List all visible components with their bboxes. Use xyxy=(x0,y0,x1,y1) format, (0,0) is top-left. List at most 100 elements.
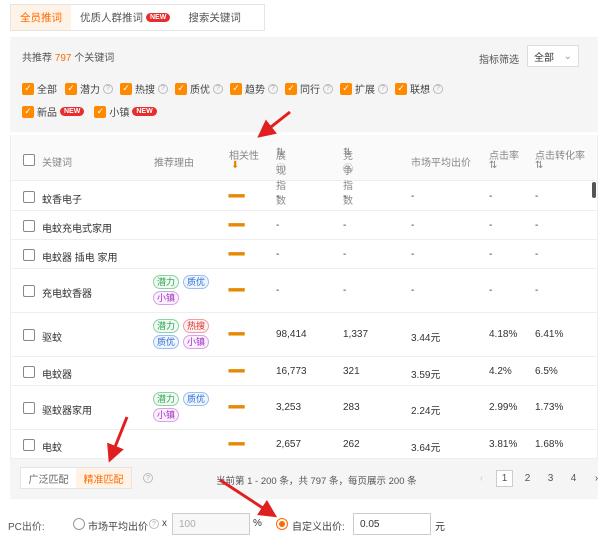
help-icon: ? xyxy=(213,83,223,94)
col-avg-bid[interactable]: 市场平均出价 xyxy=(411,154,471,169)
help-icon: ? xyxy=(268,83,278,94)
relevance-bar: ■■■■■ xyxy=(228,287,245,294)
reason-tag: 潜力 xyxy=(153,275,180,289)
pc-bid-label: PC出价: xyxy=(8,522,45,533)
checkbox-label: 趋势 xyxy=(245,85,265,96)
ctr-cell: 4.18% xyxy=(489,329,518,340)
percent-sign: % xyxy=(253,518,262,529)
impressions-cell: - xyxy=(276,191,280,202)
competition-cell: 321 xyxy=(343,366,360,377)
reason-tag: 热搜 xyxy=(183,319,210,333)
tab-quality-crowd[interactable]: 优质人群推词 NEW xyxy=(71,5,179,30)
checkbox-filter[interactable]: ✓ xyxy=(395,82,407,95)
table-footer: 广泛匹配 精准匹配 ? 当前第 1 - 200 条，共 797 条，每页展示 2… xyxy=(10,459,598,499)
reason-tag: 质优 xyxy=(183,392,210,406)
competition-cell: 283 xyxy=(343,402,360,413)
metric-filter-label: 指标筛选 xyxy=(479,55,519,66)
checkbox-town[interactable]: ✓ xyxy=(94,105,107,118)
checkbox-filter[interactable]: ✓ xyxy=(340,82,352,95)
page-3[interactable]: 3 xyxy=(542,470,559,487)
checkbox-filter[interactable]: ✓ xyxy=(65,82,77,95)
avg-bid-cell: 3.59元 xyxy=(411,370,441,381)
ctr-cell: 2.99% xyxy=(489,402,518,413)
next-page-button[interactable]: › xyxy=(588,470,601,487)
help-icon: ⓘ xyxy=(276,164,286,175)
sort-icon[interactable]: ⇅ xyxy=(535,160,543,171)
avg-bid-cell: 3.64元 xyxy=(411,443,441,454)
reason-tag: 质优 xyxy=(153,335,180,349)
sort-down-icon[interactable]: ⬇ xyxy=(231,160,239,171)
table-row: 充电蚊香器 ■■■■■ - - - - - 潜力 质优 小镇 xyxy=(11,269,597,313)
page-4[interactable]: 4 xyxy=(565,470,582,487)
metric-filter-select[interactable]: 全部 ⌄ xyxy=(527,45,579,67)
col-competition[interactable]: 竞争指数 ⇅ xyxy=(343,147,353,207)
impressions-cell: 98,414 xyxy=(276,329,307,340)
new-badge: NEW xyxy=(146,13,171,22)
avg-bid-cell: - xyxy=(411,249,415,260)
cvr-cell: - xyxy=(535,220,539,231)
page-info: 当前第 1 - 200 条，共 797 条，每页展示 200 条 xyxy=(216,476,417,487)
prev-page-button[interactable]: ‹ xyxy=(473,470,490,487)
broad-match-button[interactable]: 广泛匹配 xyxy=(21,468,76,488)
checkbox-filter[interactable]: ✓ xyxy=(22,82,34,95)
keyword-count: 共推荐 797 个关键词 xyxy=(22,53,115,64)
checkbox-new-product[interactable]: ✓ xyxy=(22,105,34,118)
impressions-cell: 2,657 xyxy=(276,439,302,450)
checkbox-filter[interactable]: ✓ xyxy=(120,82,132,95)
avg-bid-cell: - xyxy=(411,285,415,296)
checkbox-filter[interactable]: ✓ xyxy=(230,82,242,95)
competition-cell: - xyxy=(343,220,347,231)
impressions-cell: 16,773 xyxy=(276,366,307,377)
checkbox-label: 联想 xyxy=(410,85,430,96)
market-bid-radio[interactable] xyxy=(73,518,85,530)
keyword-cell: 充电蚊香器 xyxy=(42,289,92,300)
row-checkbox[interactable] xyxy=(23,220,35,232)
market-multiplier-input[interactable]: 100 xyxy=(172,513,250,535)
ctr-cell: 3.81% xyxy=(489,439,518,450)
checkbox-label: 扩展 xyxy=(355,85,375,96)
custom-bid-radio[interactable] xyxy=(276,518,288,530)
keyword-table: 关键词 推荐理由 相关性 ⬇ 展现指数 ⇅ ⓘ 竞争指数 ⇅ ⓘ 市场平均出价 … xyxy=(10,135,598,459)
col-impressions[interactable]: 展现指数 ⇅ xyxy=(276,147,286,207)
table-scrollbar[interactable] xyxy=(592,182,596,198)
row-checkbox[interactable] xyxy=(23,439,35,451)
relevance-bar: ■■■■■ xyxy=(228,368,245,375)
sort-icon[interactable]: ⇅ xyxy=(489,160,497,171)
checkbox-filter[interactable]: ✓ xyxy=(175,82,187,95)
tab-search-keywords[interactable]: 搜索关键词 xyxy=(179,5,250,30)
row-checkbox[interactable] xyxy=(23,249,35,261)
relevance-bar: ■■■■■ xyxy=(228,441,245,448)
tab-all-recommend[interactable]: 全员推词 xyxy=(11,5,71,30)
chevron-down-icon: ⌄ xyxy=(563,50,572,62)
exact-match-button[interactable]: 精准匹配 xyxy=(76,468,131,488)
filter-checkbox-row-2: ✓ 新品 NEW ✓ 小镇 NEW xyxy=(22,104,157,119)
cvr-cell: - xyxy=(535,285,539,296)
row-checkbox[interactable] xyxy=(23,329,35,341)
relevance-bar: ■■■■■ xyxy=(228,251,245,258)
col-keyword: 关键词 xyxy=(42,158,72,169)
table-row: 电蚊充电式家用 ■■■■■ - - - - - xyxy=(11,211,597,240)
custom-bid-label: 自定义出价: xyxy=(292,522,345,533)
relevance-bar: ■■■■■ xyxy=(228,193,245,200)
page-2[interactable]: 2 xyxy=(519,470,536,487)
help-icon: ? xyxy=(158,83,168,94)
checkbox-label: 热搜 xyxy=(135,85,155,96)
checkbox-filter[interactable]: ✓ xyxy=(285,82,297,95)
page-1[interactable]: 1 xyxy=(496,470,513,487)
custom-bid-input[interactable]: 0.05 xyxy=(353,513,431,535)
row-checkbox[interactable] xyxy=(23,402,35,414)
row-checkbox[interactable] xyxy=(23,366,35,378)
row-checkbox[interactable] xyxy=(23,285,35,297)
impressions-cell: - xyxy=(276,285,280,296)
filter-panel: 共推荐 797 个关键词 指标筛选 全部 ⌄ ✓ 全部 ✓ 潜力? ✓ 热搜? ✓ 质优? ✓ 趋势… xyxy=(10,37,598,132)
competition-cell: - xyxy=(343,285,347,296)
help-icon: ? xyxy=(378,83,388,94)
market-bid-label: 市场平均出价 xyxy=(88,522,148,533)
checkbox-label: 同行 xyxy=(300,85,320,96)
row-checkbox[interactable] xyxy=(23,191,35,203)
impressions-cell: 3,253 xyxy=(276,402,302,413)
ctr-cell: - xyxy=(489,191,493,202)
select-all-checkbox[interactable] xyxy=(23,154,35,166)
cvr-cell: 6.5% xyxy=(535,366,558,377)
checkbox-label: 质优 xyxy=(190,85,210,96)
